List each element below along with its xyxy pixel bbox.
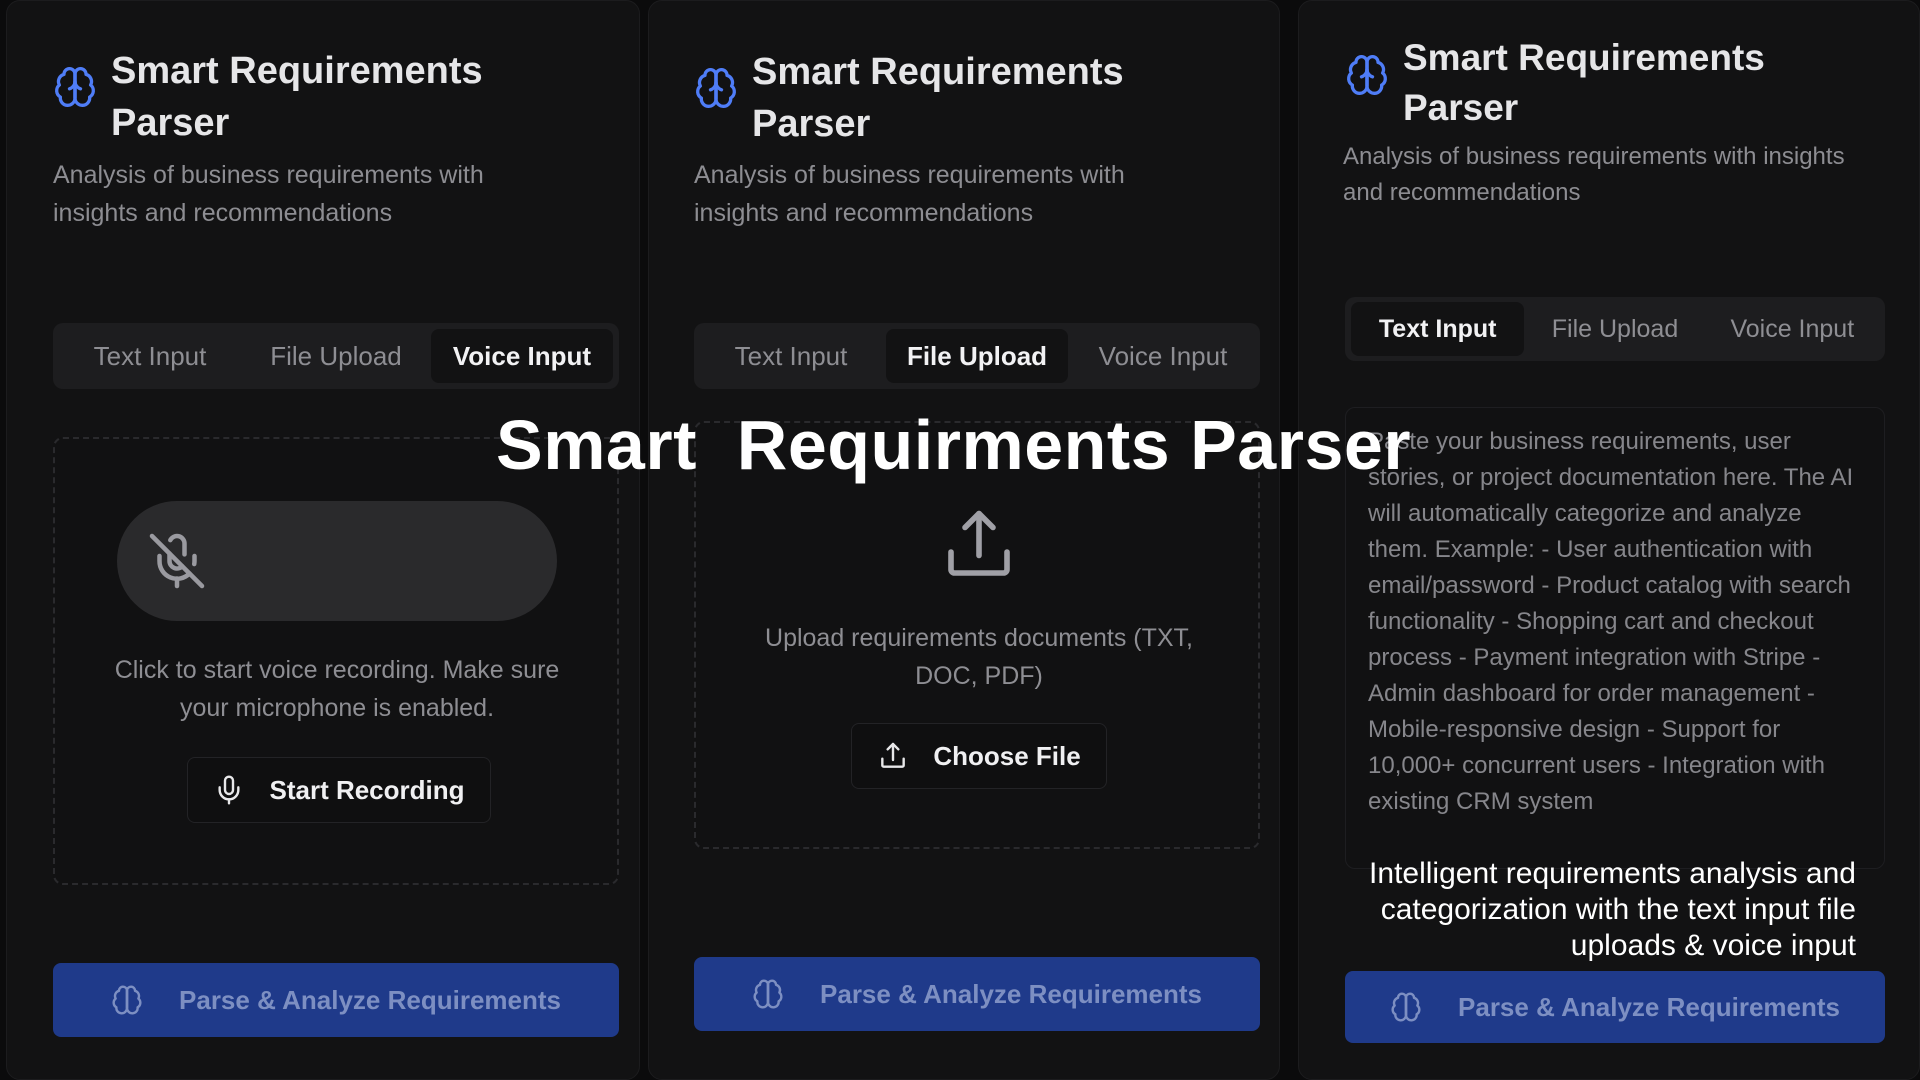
panel-header: Smart Requirements Parser — [1345, 33, 1823, 133]
tab-text-input[interactable]: Text Input — [700, 329, 882, 383]
page-title-line-1: Smart Requirements — [752, 51, 1124, 93]
brain-icon — [112, 985, 142, 1015]
page-title-line-1: Smart Requirements — [1403, 37, 1765, 78]
tab-text-input[interactable]: Text Input — [1351, 302, 1525, 356]
page-title-line-2: Parser — [111, 102, 230, 144]
page-subtitle: Analysis of business requirements with i… — [53, 161, 484, 227]
choose-file-label: Choose File — [933, 740, 1081, 771]
tab-text-input[interactable]: Text Input — [59, 329, 241, 383]
tab-file-upload[interactable]: File Upload — [245, 329, 427, 383]
overlay-title: Smart Requirments Parser — [496, 406, 1412, 484]
tab-voice-input[interactable]: Voice Input — [1072, 329, 1254, 383]
panel-header: Smart Requirements Parser — [53, 45, 531, 149]
mic-status-pill[interactable] — [117, 501, 557, 621]
upload-help-text: Upload requirements documents (TXT, DOC,… — [765, 624, 1193, 690]
brain-icon — [753, 979, 783, 1009]
file-drop-area[interactable]: Upload requirements documents (TXT, DOC,… — [694, 421, 1260, 849]
upload-icon — [881, 742, 906, 768]
parse-analyze-button[interactable]: Parse & Analyze Requirements — [694, 957, 1260, 1031]
file-upload-panel: Smart Requirements Parser Analysis of bu… — [648, 0, 1280, 1080]
page-subtitle: Analysis of business requirements with i… — [694, 161, 1125, 227]
page-title: Smart Requirements Parser — [111, 45, 531, 149]
tab-voice-input[interactable]: Voice Input — [1706, 302, 1879, 356]
start-recording-button[interactable]: Start Recording — [187, 757, 491, 823]
brain-icon — [1391, 992, 1421, 1022]
page-title: Smart Requirements Parser — [752, 46, 1172, 150]
panel-header: Smart Requirements Parser — [694, 46, 1172, 150]
input-mode-tabs: Text Input File Upload Voice Input — [53, 323, 619, 389]
parse-analyze-label: Parse & Analyze Requirements — [1458, 991, 1840, 1022]
parse-analyze-button[interactable]: Parse & Analyze Requirements — [1345, 971, 1885, 1043]
input-mode-tabs: Text Input File Upload Voice Input — [694, 323, 1260, 389]
input-mode-tabs: Text Input File Upload Voice Input — [1345, 297, 1885, 361]
voice-help-text: Click to start voice recording. Make sur… — [114, 656, 560, 722]
page-title-line-2: Parser — [752, 103, 871, 145]
brain-icon — [696, 68, 736, 108]
page-subtitle: Analysis of business requirements with i… — [1343, 143, 1845, 206]
tab-voice-input[interactable]: Voice Input — [431, 329, 613, 383]
brain-icon — [55, 67, 95, 107]
page-title-line-1: Smart Requirements — [111, 50, 483, 92]
brain-icon — [1347, 55, 1387, 95]
voice-input-panel: Smart Requirements Parser Analysis of bu… — [6, 0, 640, 1080]
tab-file-upload[interactable]: File Upload — [1528, 302, 1701, 356]
page-title-line-2: Parser — [1403, 87, 1519, 128]
mic-icon — [218, 775, 241, 805]
parse-analyze-button[interactable]: Parse & Analyze Requirements — [53, 963, 619, 1037]
tab-file-upload[interactable]: File Upload — [886, 329, 1068, 383]
overlay-caption: Intelligent requirements analysis and ca… — [1369, 857, 1856, 962]
upload-icon — [948, 510, 1010, 576]
requirements-textarea[interactable]: Paste your business requirements, user s… — [1345, 407, 1885, 869]
choose-file-button[interactable]: Choose File — [851, 723, 1107, 789]
parse-analyze-label: Parse & Analyze Requirements — [820, 978, 1202, 1009]
mic-off-icon — [149, 533, 205, 589]
start-recording-label: Start Recording — [269, 774, 465, 805]
page-title: Smart Requirements Parser — [1403, 33, 1823, 133]
parse-analyze-label: Parse & Analyze Requirements — [179, 984, 561, 1015]
voice-recording-area: Click to start voice recording. Make sur… — [53, 437, 619, 885]
